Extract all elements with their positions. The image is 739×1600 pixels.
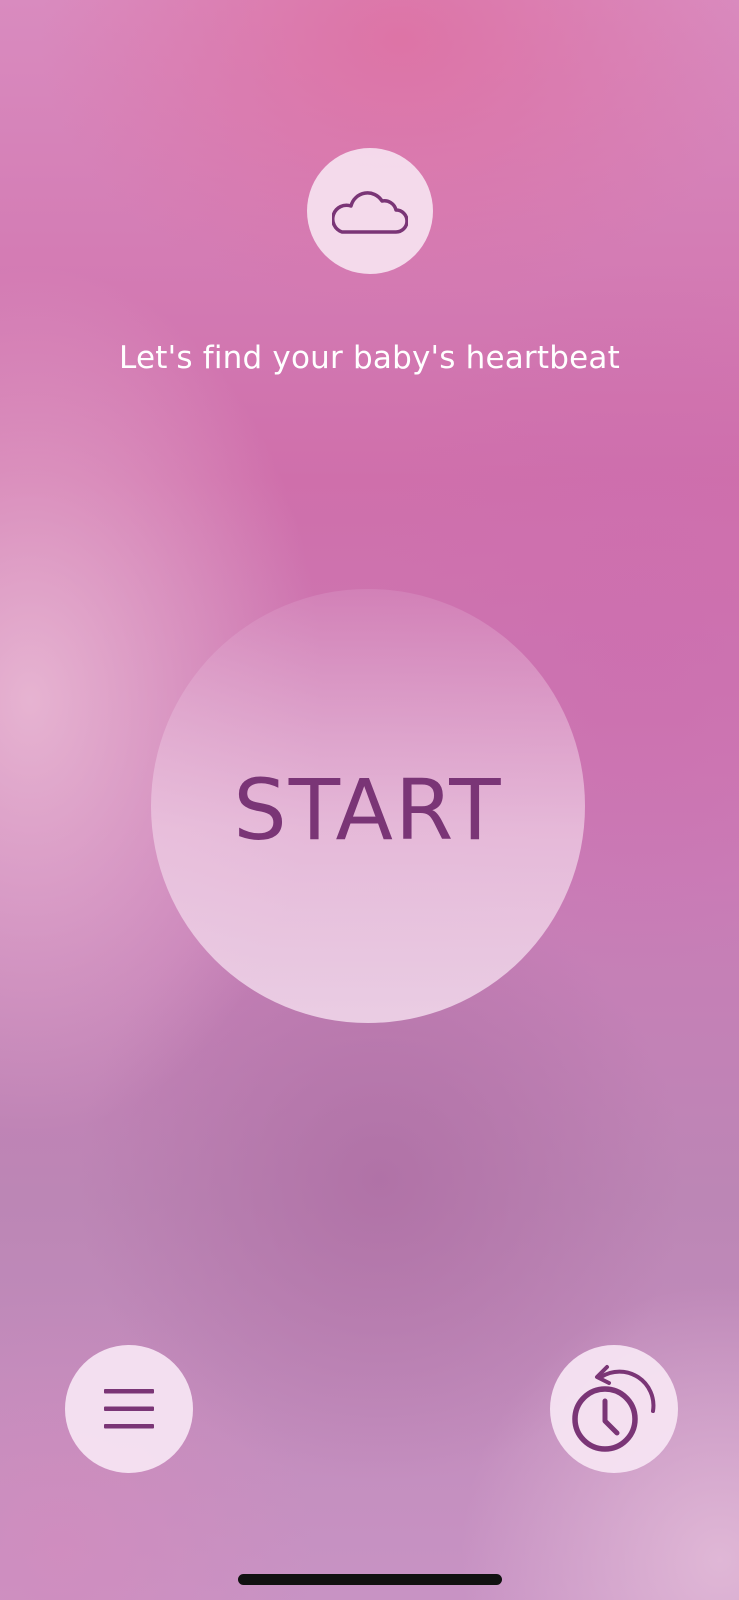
start-label: START (233, 761, 503, 859)
cloud-button[interactable] (307, 148, 433, 274)
home-indicator[interactable] (238, 1574, 502, 1585)
start-button[interactable]: START (151, 589, 585, 1023)
menu-button[interactable] (65, 1345, 193, 1473)
menu-icon (104, 1389, 154, 1429)
history-button[interactable] (550, 1345, 678, 1473)
cloud-icon (332, 191, 408, 234)
app-screen: Let's find your baby's heartbeat START (0, 0, 739, 1600)
headline-text: Let's find your baby's heartbeat (119, 340, 620, 376)
history-clock-icon (572, 1365, 656, 1452)
